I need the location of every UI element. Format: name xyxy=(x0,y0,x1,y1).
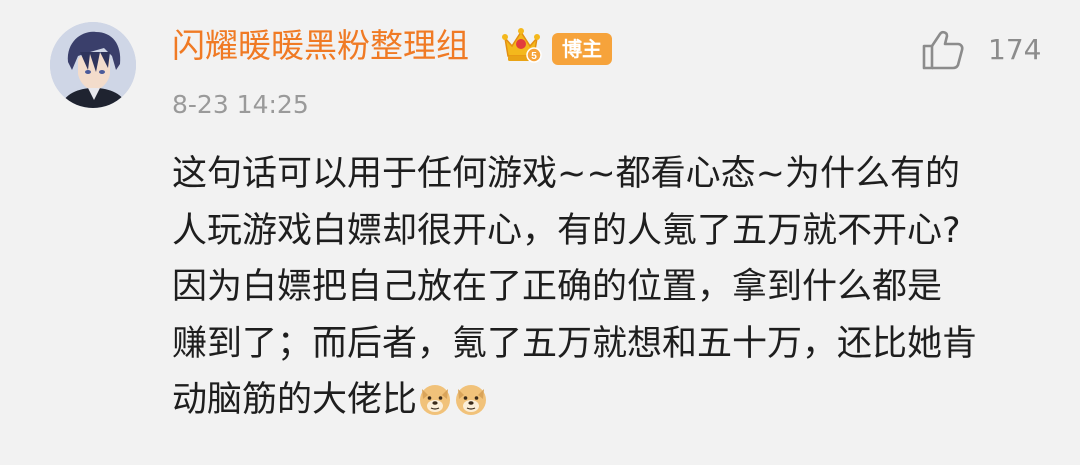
svg-text:5: 5 xyxy=(531,51,537,62)
comment-body-line: 这句话可以用于任何游戏~~都看心态~为什么有的 xyxy=(172,154,960,194)
comment-body-line: 因为白嫖把自己放在了正确的位置，拿到什么都是 xyxy=(172,267,943,307)
username[interactable]: 闪耀暖暖黑粉整理组 xyxy=(172,24,469,68)
comment-card: 闪耀暖暖黑粉整理组 5 博主 8-23 14:25 174 这句话可以用于任何游… xyxy=(0,0,1080,465)
comment-body-last-line: 动脑筋的大佬比 xyxy=(172,372,1022,429)
blogger-badge: 博主 xyxy=(552,33,612,65)
thumbs-up-icon[interactable] xyxy=(920,28,966,72)
comment-body-line: 动脑筋的大佬比 xyxy=(172,380,418,420)
doge-emoji-icon xyxy=(417,378,453,415)
comment-body: 这句话可以用于任何游戏~~都看心态~为什么有的 人玩游戏白嫖却很开心，有的人氪了… xyxy=(172,146,1022,429)
avatar-image xyxy=(50,22,136,108)
comment-body-line: 人玩游戏白嫖却很开心，有的人氪了五万就不开心? xyxy=(172,210,961,251)
crown-vip-icon[interactable]: 5 xyxy=(500,24,542,66)
doge-emoji-icon xyxy=(453,378,489,415)
like-count[interactable]: 174 xyxy=(988,31,1041,69)
avatar[interactable] xyxy=(50,22,136,108)
timestamp: 8-23 14:25 xyxy=(172,90,309,119)
comment-body-line: 赚到了；而后者，氪了五万就想和五十万，还比她肯 xyxy=(172,323,978,364)
